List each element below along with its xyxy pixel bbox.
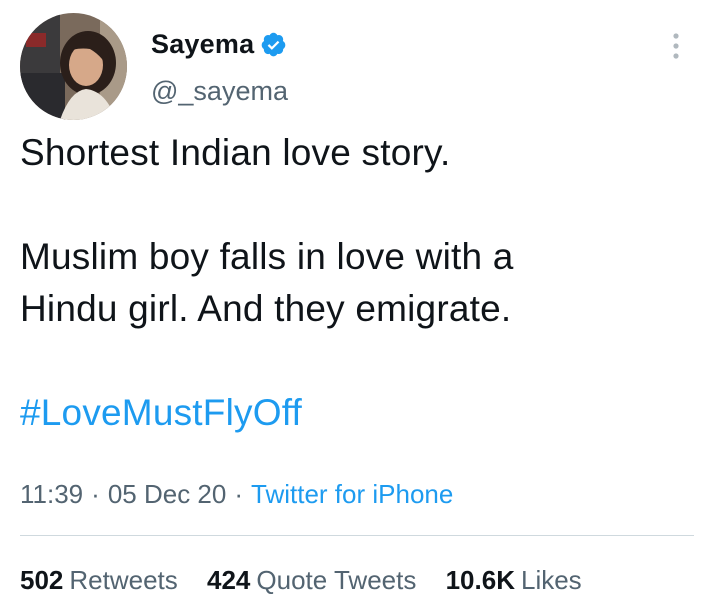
likes-label: Likes	[520, 565, 582, 595]
display-name-text: Sayema	[151, 29, 255, 59]
tweet-line: Shortest Indian love story.	[20, 132, 451, 173]
tweet-stats: 502 Retweets 424 Quote Tweets 10.6K Likes	[20, 563, 582, 597]
tweet-text: Shortest Indian love story. Muslim boy f…	[20, 127, 690, 439]
author-display-name[interactable]: Sayema	[151, 26, 287, 62]
author-handle[interactable]: @_sayema	[151, 73, 288, 109]
quote-tweets-label: Quote Tweets	[256, 565, 417, 595]
likes-stat[interactable]: 10.6K Likes	[446, 563, 582, 597]
divider	[20, 535, 694, 536]
meta-separator: ·	[91, 479, 100, 509]
tweet-card: Sayema @_sayema Shortest Indian love sto…	[0, 0, 716, 601]
tweet-line: Hindu girl. And they emigrate.	[20, 288, 512, 329]
tweet-time[interactable]: 11:39	[20, 479, 83, 509]
tweet-meta: 11:39 · 05 Dec 20 · Twitter for iPhone	[20, 477, 453, 511]
tweet-source-link[interactable]: Twitter for iPhone	[251, 479, 453, 509]
quote-tweets-count: 424	[207, 565, 251, 595]
avatar[interactable]	[20, 13, 127, 120]
profile-photo	[20, 13, 127, 120]
retweets-count: 502	[20, 565, 64, 595]
meta-separator: ·	[234, 479, 244, 509]
more-vertical-icon[interactable]	[660, 26, 692, 66]
quote-tweets-stat[interactable]: 424 Quote Tweets	[207, 563, 416, 597]
likes-count: 10.6K	[445, 565, 515, 595]
verified-badge-icon	[260, 31, 287, 58]
retweets-label: Retweets	[69, 565, 178, 595]
hashtag-link[interactable]: #LoveMustFlyOff	[20, 392, 302, 433]
retweets-stat[interactable]: 502 Retweets	[20, 563, 178, 597]
tweet-date[interactable]: 05 Dec 20	[108, 479, 227, 509]
tweet-line: Muslim boy falls in love with a	[20, 236, 514, 277]
